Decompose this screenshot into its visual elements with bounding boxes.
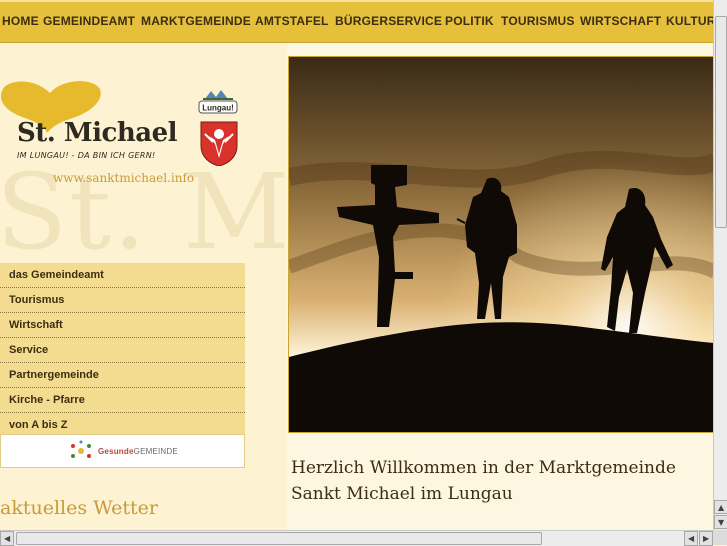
scroll-down-button[interactable]: ▼: [714, 515, 727, 529]
arrow-up-icon: ▲: [718, 503, 725, 512]
brand-tagline: IM LUNGAU! - DA BIN ICH GERN!: [17, 151, 156, 160]
gesunde-label-part2: GEMEINDE: [133, 447, 178, 456]
vertical-scrollbar[interactable]: ▲ ▼: [713, 0, 727, 530]
horizontal-scrollbar[interactable]: ◀ ◀ ▶: [0, 530, 713, 546]
lungau-badge-text: Lungau!: [202, 104, 234, 113]
hero-image: [288, 56, 716, 433]
top-navigation: HOME GEMEINDEAMT MARKTGEMEINDE AMTSTAFEL…: [0, 0, 713, 43]
nav-top-stripe: [0, 0, 713, 2]
left-column: St. M St. Michael IM LUNGAU! - DA BIN IC…: [0, 43, 287, 530]
arrow-left-icon: ◀: [4, 534, 11, 543]
nav-gemeindeamt[interactable]: GEMEINDEAMT: [43, 14, 135, 28]
scroll-left-button[interactable]: ◀: [0, 531, 14, 546]
arrow-down-icon: ▼: [718, 518, 725, 527]
brand-url-link[interactable]: www.sanktmichael.info: [53, 171, 194, 185]
gesunde-gemeinde-label: GesundeGEMEINDE: [98, 447, 178, 456]
sidebar-item-wirtschaft[interactable]: Wirtschaft: [0, 313, 245, 338]
welcome-line-1: Herzlich Willkommen in der Marktgemeinde: [291, 458, 676, 478]
nav-marktgemeinde[interactable]: MARKTGEMEINDE: [141, 14, 251, 28]
arrow-right-icon: ▶: [703, 534, 710, 543]
scroll-up-button[interactable]: ▲: [714, 500, 727, 514]
nav-politik[interactable]: POLITIK: [445, 14, 494, 28]
sidebar-menu: das Gemeindeamt Tourismus Wirtschaft Ser…: [0, 263, 245, 438]
horizontal-scroll-thumb[interactable]: [16, 532, 542, 545]
sidebar-item-service[interactable]: Service: [0, 338, 245, 363]
brand-name[interactable]: St. Michael: [17, 118, 178, 148]
weather-heading: aktuelles Wetter: [0, 497, 158, 519]
gesunde-label-part1: Gesunde: [98, 447, 134, 456]
scroll-right-button[interactable]: ▶: [699, 531, 713, 546]
nav-wirtschaft[interactable]: WIRTSCHAFT: [580, 14, 661, 28]
watermark-text: St. M: [0, 151, 287, 273]
sidebar-item-tourismus[interactable]: Tourismus: [0, 288, 245, 313]
scroll-left-button-2[interactable]: ◀: [684, 531, 698, 546]
nav-amtstafel[interactable]: AMTSTAFEL: [255, 14, 329, 28]
vertical-scroll-thumb[interactable]: [715, 16, 727, 228]
coat-of-arms-icon: [200, 121, 238, 166]
sidebar-item-kirche-pfarre[interactable]: Kirche - Pfarre: [0, 388, 245, 413]
gesunde-gemeinde-banner[interactable]: GesundeGEMEINDE: [0, 434, 245, 468]
scrollbar-corner: [713, 530, 727, 545]
nav-kultur[interactable]: KULTUR: [666, 14, 713, 28]
arrow-left-icon: ◀: [688, 534, 695, 543]
sidebar-item-partnergemeinde[interactable]: Partnergemeinde: [0, 363, 245, 388]
sidebar-item-gemeindeamt[interactable]: das Gemeindeamt: [0, 263, 245, 288]
sunset-hikers-photo: [289, 57, 715, 432]
welcome-heading: Herzlich Willkommen in der Marktgemeinde…: [291, 455, 711, 507]
gesunde-gemeinde-logo-icon: [71, 440, 91, 458]
lungau-badge-icon[interactable]: Lungau!: [197, 87, 239, 117]
welcome-line-2: Sankt Michael im Lungau: [291, 484, 513, 504]
nav-buergerservice[interactable]: BÜRGERSERVICE: [335, 14, 442, 28]
nav-home[interactable]: HOME: [2, 14, 39, 28]
nav-tourismus[interactable]: TOURISMUS: [501, 14, 575, 28]
